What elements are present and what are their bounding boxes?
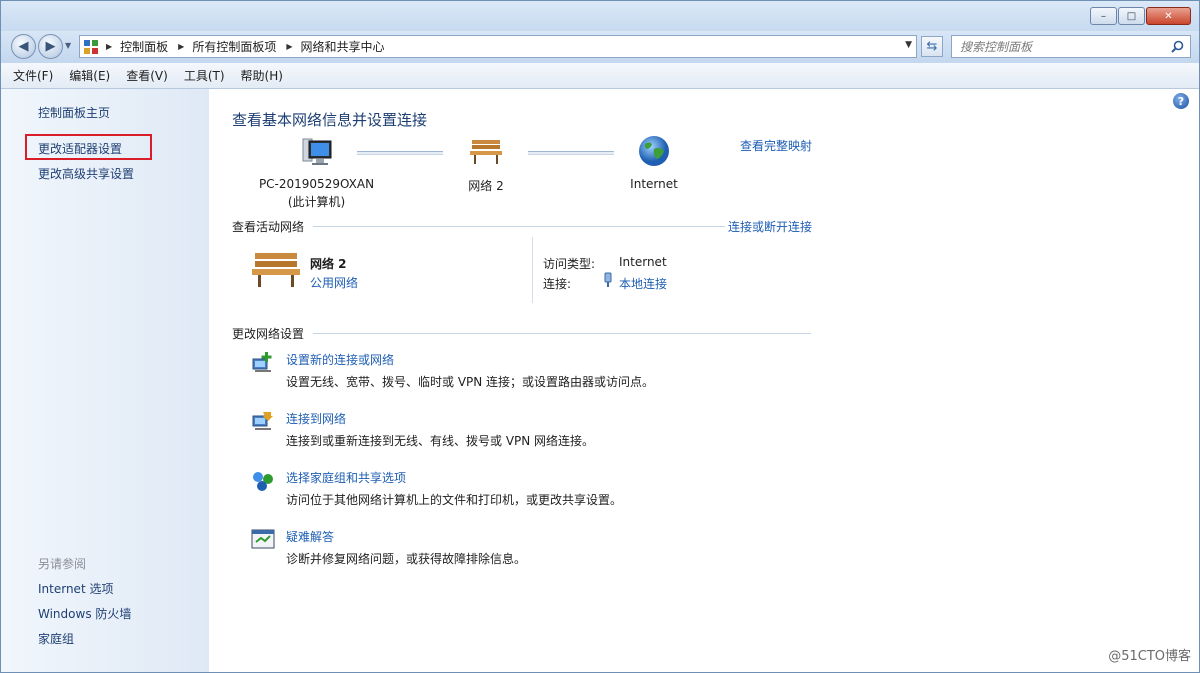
active-networks-label: 查看活动网络 xyxy=(232,220,305,234)
forward-button[interactable]: ▶ xyxy=(38,34,63,59)
globe-icon xyxy=(639,136,669,166)
task-connect-network-link[interactable]: 连接到网络 xyxy=(286,410,346,427)
refresh-icon: ⇆ xyxy=(926,39,938,54)
forward-arrow-icon: ▶ xyxy=(45,39,56,54)
plug-icon xyxy=(604,272,612,287)
connect-network-icon xyxy=(252,412,273,430)
computer-subtitle: (此计算机) xyxy=(287,195,346,209)
task-new-connection-desc: 设置无线、宽带、拨号、临时或 VPN 连接；或设置路由器或访问点。 xyxy=(286,375,655,389)
breadcrumb-separator[interactable]: ▶ xyxy=(286,42,292,51)
menu-help[interactable]: 帮助(H) xyxy=(241,67,283,84)
map-connector-line xyxy=(357,151,443,155)
title-bar: – □ ✕ xyxy=(1,1,1199,31)
computer-icon xyxy=(302,138,331,165)
bench-icon xyxy=(252,253,300,287)
recent-pages-dropdown[interactable]: ▼ xyxy=(65,41,71,50)
connections-label: 连接: xyxy=(543,277,572,291)
computer-name: PC-20190529OXAN xyxy=(258,177,375,191)
map-connector-line xyxy=(528,151,614,155)
watermark: @51CTO博客 xyxy=(1108,649,1191,664)
menu-tools[interactable]: 工具(T) xyxy=(184,67,225,84)
back-button[interactable]: ◀ xyxy=(11,34,36,59)
search-input[interactable] xyxy=(960,39,1160,54)
troubleshoot-icon xyxy=(251,529,275,549)
access-type-label: 访问类型: xyxy=(543,257,596,271)
task-troubleshoot-desc: 诊断并修复网络问题，或获得故障排除信息。 xyxy=(286,552,527,566)
sidebar: 控制面板主页 更改适配器设置 更改高级共享设置 另请参阅 Internet 选项… xyxy=(1,89,209,672)
sidebar-link-homegroup[interactable]: 家庭组 xyxy=(38,630,74,647)
maximize-button[interactable]: □ xyxy=(1118,7,1145,25)
task-troubleshoot-link[interactable]: 疑难解答 xyxy=(286,528,334,545)
address-bar[interactable]: ▶ 控制面板 ▶ 所有控制面板项 ▶ 网络和共享中心 ▼ xyxy=(79,35,917,58)
menu-edit[interactable]: 编辑(E) xyxy=(69,67,110,84)
change-settings-label: 更改网络设置 xyxy=(232,327,305,341)
search-box[interactable] xyxy=(951,35,1191,58)
task-connect-network-desc: 连接到或重新连接到无线、有线、拨号或 VPN 网络连接。 xyxy=(286,434,595,448)
vertical-divider xyxy=(532,237,533,303)
map-internet-node[interactable]: Internet xyxy=(619,135,689,191)
internet-label: Internet xyxy=(630,177,678,191)
minimize-button[interactable]: – xyxy=(1090,7,1117,25)
breadcrumb-separator[interactable]: ▶ xyxy=(178,42,184,51)
breadcrumb-separator[interactable]: ▶ xyxy=(106,42,112,51)
sidebar-link-internet-options[interactable]: Internet 选项 xyxy=(38,580,113,597)
task-homegroup-desc: 访问位于其他网络计算机上的文件和打印机，或更改共享设置。 xyxy=(286,493,623,507)
breadcrumb-control-panel[interactable]: 控制面板 xyxy=(120,38,168,55)
view-full-map-link[interactable]: 查看完整映射 xyxy=(740,137,812,154)
page-title: 查看基本网络信息并设置连接 xyxy=(232,111,428,129)
section-divider xyxy=(313,333,811,334)
address-dropdown-icon[interactable]: ▼ xyxy=(905,40,912,50)
local-connection-link[interactable]: 本地连接 xyxy=(619,275,667,292)
back-arrow-icon: ◀ xyxy=(18,39,29,54)
sidebar-link-firewall[interactable]: Windows 防火墙 xyxy=(38,605,131,622)
map-network-node[interactable]: 网络 2 xyxy=(455,137,517,194)
map-computer-node[interactable]: PC-20190529OXAN (此计算机) xyxy=(249,137,384,210)
search-icon[interactable] xyxy=(1171,40,1184,53)
close-button[interactable]: ✕ xyxy=(1146,7,1191,25)
access-type-value: Internet xyxy=(619,255,667,269)
main-content: ? 查看基本网络信息并设置连接 查看完整映射 PC-20190529OXAN (… xyxy=(209,89,1199,672)
help-icon[interactable]: ? xyxy=(1173,93,1189,109)
active-network-name: 网络 2 xyxy=(310,257,347,271)
navigation-bar: ◀ ▶ ▼ ▶ 控制面板 ▶ 所有控制面板项 ▶ 网络和共享中心 ▼ ⇆ xyxy=(1,31,1199,63)
network-type-link[interactable]: 公用网络 xyxy=(310,274,358,291)
window-controls: – □ ✕ xyxy=(1089,7,1191,25)
new-connection-icon xyxy=(252,352,272,372)
network-sharing-center-window: – □ ✕ ◀ ▶ ▼ ▶ 控制面板 ▶ 所有控制面板项 ▶ 网络和共享中心 ▼… xyxy=(0,0,1200,673)
connect-disconnect-link[interactable]: 连接或断开连接 xyxy=(728,218,812,235)
menu-view[interactable]: 查看(V) xyxy=(126,67,168,84)
task-homegroup-link[interactable]: 选择家庭组和共享选项 xyxy=(286,469,406,486)
menu-bar: 文件(F) 编辑(E) 查看(V) 工具(T) 帮助(H) xyxy=(1,63,1199,89)
section-divider xyxy=(313,226,725,227)
breadcrumb-all-items[interactable]: 所有控制面板项 xyxy=(192,38,276,55)
homegroup-icon xyxy=(253,472,273,491)
menu-file[interactable]: 文件(F) xyxy=(13,67,53,84)
breadcrumb-network-center[interactable]: 网络和共享中心 xyxy=(301,38,385,55)
sidebar-link-home[interactable]: 控制面板主页 xyxy=(38,104,110,121)
network-name: 网络 2 xyxy=(468,179,504,193)
see-also-heading: 另请参阅 xyxy=(38,557,87,571)
control-panel-icon xyxy=(84,39,98,54)
task-new-connection-link[interactable]: 设置新的连接或网络 xyxy=(286,351,394,368)
refresh-button[interactable]: ⇆ xyxy=(921,36,943,57)
sidebar-link-advanced-sharing[interactable]: 更改高级共享设置 xyxy=(38,165,134,182)
sidebar-link-adapter-settings[interactable]: 更改适配器设置 xyxy=(25,134,152,160)
bench-icon xyxy=(470,140,502,164)
